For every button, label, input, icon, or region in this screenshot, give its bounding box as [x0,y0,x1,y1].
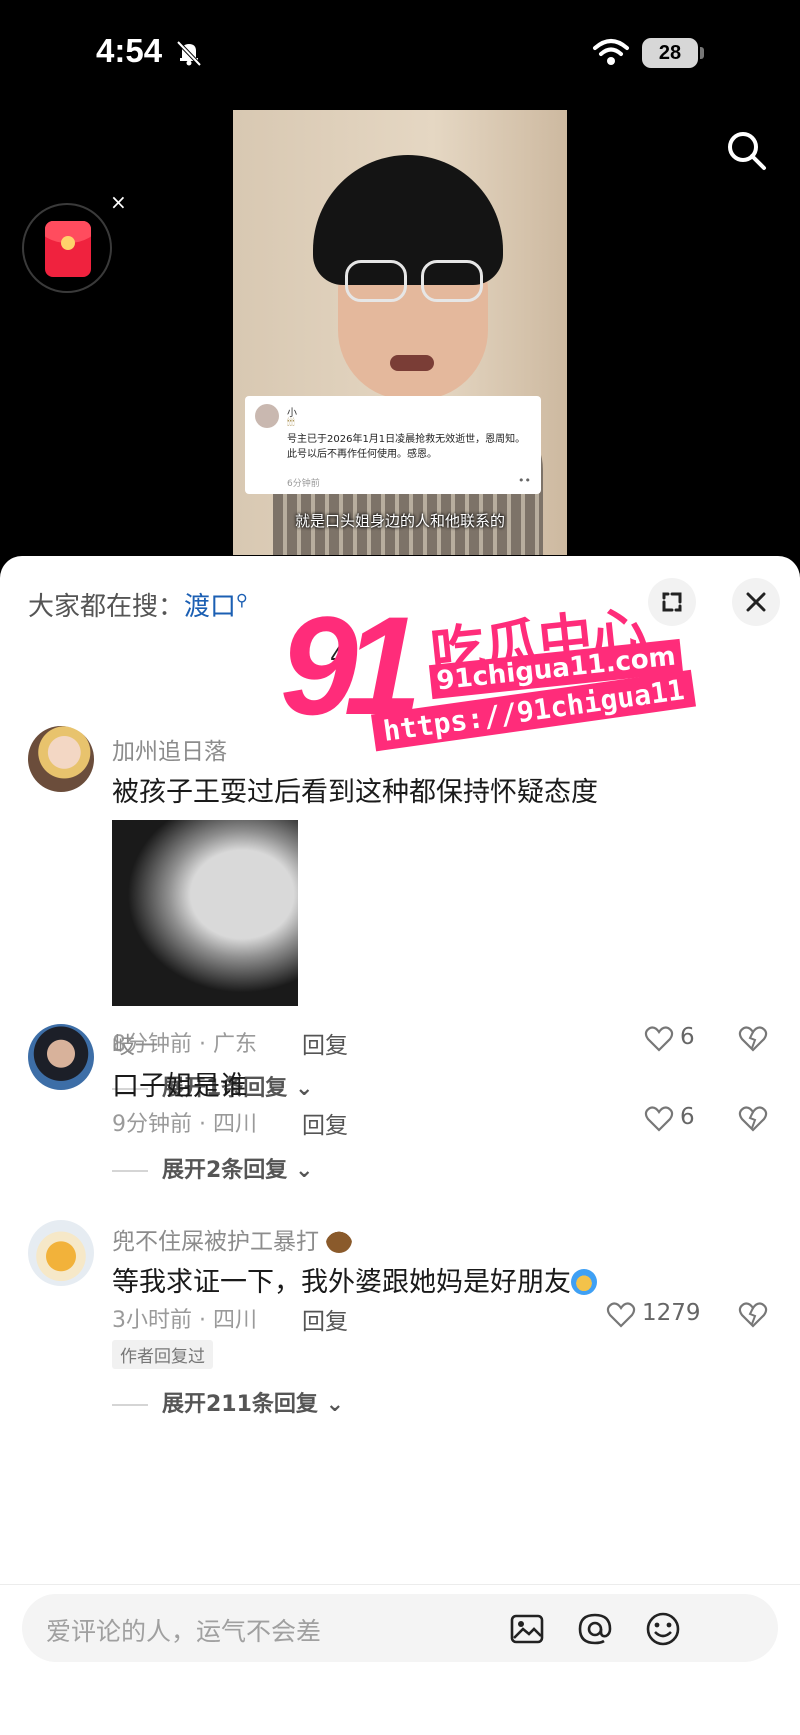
cold-face-emoji-icon [571,1269,597,1295]
red-packet-icon [45,221,91,277]
avatar[interactable] [28,1220,94,1286]
comment-sheet: 大家都在搜：渡口⚲ 4 加州追日落 被孩子王耍过后看到这种都保持怀疑态度 8分钟… [0,556,800,1735]
video-player[interactable]: 小 🕯🕯🕯 号主已于2026年1月1日凌晨抢救无效逝世，恩周知。此号以后不再作任… [233,110,567,555]
poop-emoji-icon [326,1227,353,1253]
search-small-icon: ⚲ [236,590,248,610]
avatar[interactable] [28,726,94,792]
reply-button[interactable]: 回复 [302,1302,348,1336]
video-person-mouth [390,355,434,371]
red-packet-close-icon[interactable]: × [110,190,127,214]
like-button[interactable]: 6 [644,1104,704,1136]
card-time: 6分钟前 [287,479,320,489]
reply-button[interactable]: 回复 [302,1106,348,1140]
heart-icon [606,1302,636,1328]
divider [0,1584,800,1585]
comment-input[interactable]: 爱评论的人，运气不会差 [22,1594,778,1662]
video-glasses-right [421,260,483,302]
wifi-icon [593,39,629,65]
card-username: 小 [287,408,297,419]
comment-item: 兜不住屎被护工暴打 等我求证一下，我外婆跟她妈是好朋友 3小时前 · 四川 回复… [0,1220,800,1450]
expand-replies-label: 展开2条回复 [162,1158,288,1183]
card-more: •• [518,474,531,487]
hot-search-keyword[interactable]: 渡口 [184,592,236,622]
comment-count: 4 [330,642,346,670]
video-overlay-card: 小 🕯🕯🕯 号主已于2026年1月1日凌晨抢救无效逝世，恩周知。此号以后不再作任… [245,396,541,494]
comment-meta: 9分钟前 · 四川 [112,1112,257,1137]
card-avatar [255,404,279,428]
dislike-icon[interactable] [738,1104,768,1134]
card-text: 号主已于2026年1月1日凌晨抢救无效逝世，恩周知。此号以后不再作任何使用。感恩… [287,434,526,460]
status-time: 4:54 [96,32,163,69]
comment-username[interactable]: 兜不住屎被护工暴打 [112,1222,353,1256]
status-bar: 4:54 28 [0,0,800,100]
heart-icon [644,1106,674,1132]
battery-tip [700,47,704,59]
hot-search-prefix: 大家都在搜： [28,592,185,622]
bell-muted-icon [176,40,202,67]
expand-replies[interactable]: 展开211条回复 ⌄ [112,1386,344,1418]
comment-photo[interactable] [112,820,298,1006]
comment-text: 等我求证一下，我外婆跟她妈是好朋友 [112,1260,597,1299]
hot-search[interactable]: 大家都在搜：渡口⚲ [28,586,248,623]
like-count: 6 [680,1104,695,1130]
battery-indicator: 28 [642,38,698,68]
comment-username[interactable]: 岐一 [112,1026,158,1060]
card-candles: 🕯🕯🕯 [287,418,295,428]
mention-icon[interactable] [576,1610,614,1648]
close-button[interactable] [732,578,780,626]
red-packet-button[interactable] [22,203,112,293]
comment-item: 岐一 口子姐是谁 9分钟前 · 四川 回复 6 展开2条回复 ⌄ [0,1024,800,1204]
video-subtitle: 就是口头姐身边的人和他联系的 [294,512,505,530]
avatar[interactable] [28,1024,94,1090]
author-replied-badge: 作者回复过 [112,1340,213,1369]
search-icon[interactable] [724,128,768,172]
dislike-icon[interactable] [738,1300,768,1330]
comment-username[interactable]: 加州追日落 [112,732,227,766]
video-glasses-left [345,260,407,302]
comment-text: 被孩子王耍过后看到这种都保持怀疑态度 [112,777,598,808]
like-count: 1279 [642,1300,701,1326]
expand-replies-label: 展开211条回复 [162,1392,318,1417]
emoji-icon[interactable] [644,1610,682,1648]
expand-replies[interactable]: 展开2条回复 ⌄ [112,1152,313,1184]
like-button[interactable]: 1279 [606,1300,706,1332]
comment-text: 口子姐是谁 [112,1071,247,1102]
comment-meta: 3小时前 · 四川 [112,1308,257,1333]
image-icon[interactable] [508,1610,546,1648]
expand-fullscreen-button[interactable] [648,578,696,626]
comment-input-placeholder: 爱评论的人，运气不会差 [46,1617,322,1646]
